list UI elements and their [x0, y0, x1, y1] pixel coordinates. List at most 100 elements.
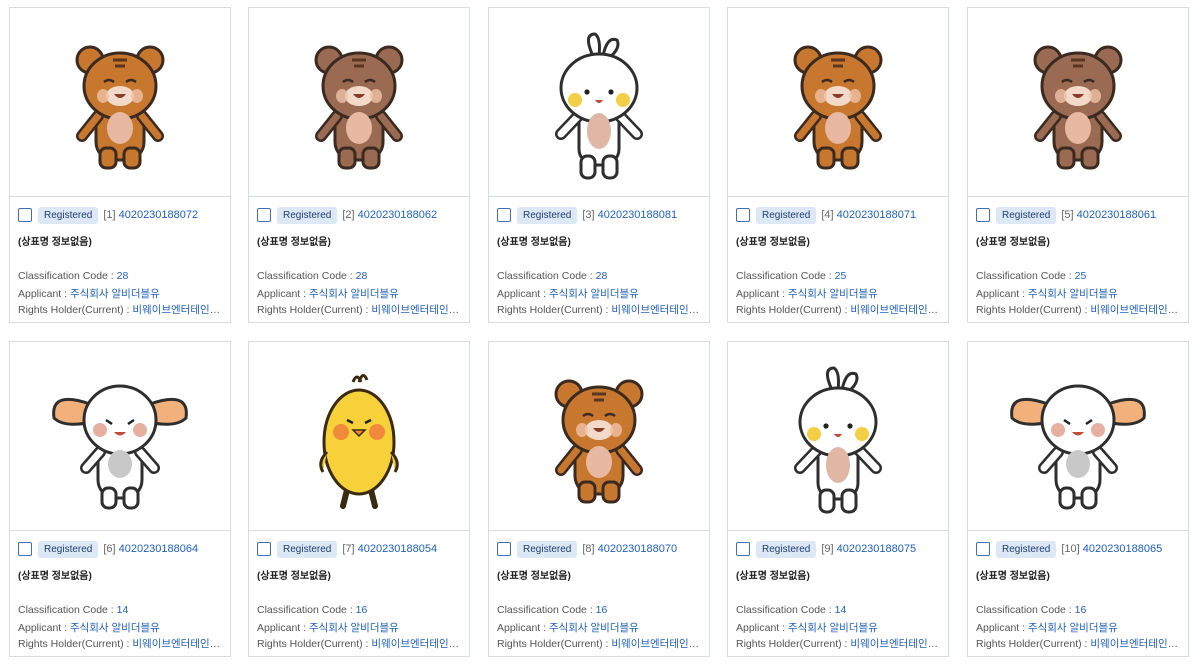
select-checkbox[interactable] [497, 208, 511, 222]
rights-holder: Rights Holder(Current) : 비웨이브엔터테인먼트… [976, 636, 1182, 651]
trademark-image[interactable] [249, 342, 469, 531]
trademark-grid: Registered [1] 4020230188072 (상표명 정보없음) … [0, 0, 1200, 665]
application-number-link[interactable]: 4020230188062 [358, 209, 438, 221]
applicant-value[interactable]: 주식회사 알비더블유 [788, 622, 878, 634]
trademark-image[interactable] [10, 8, 230, 197]
tiger-orange-icon [793, 45, 883, 170]
rights-holder-value[interactable]: 비웨이브엔터테인먼트… [611, 638, 703, 650]
application-number-link[interactable]: 4020230188065 [1083, 543, 1163, 555]
puppy-icon [52, 384, 188, 510]
application-number-link[interactable]: 4020230188075 [837, 543, 917, 555]
applicant-value[interactable]: 주식회사 알비더블유 [309, 288, 399, 300]
rights-holder-value[interactable]: 비웨이브엔터테인먼트… [850, 304, 942, 316]
applicant: Applicant : 주식회사 알비더블유 [736, 286, 942, 301]
application-number-link[interactable]: 4020230188054 [358, 543, 438, 555]
rights-holder-value[interactable]: 비웨이브엔터테인먼트… [132, 638, 224, 650]
trademark-name: (상표명 정보없음) [257, 571, 331, 582]
application-number-link[interactable]: 4020230188070 [598, 543, 678, 555]
classification-code-label: Classification Code : [736, 270, 832, 282]
select-checkbox[interactable] [18, 542, 32, 556]
rights-holder-value[interactable]: 비웨이브엔터테인먼트… [132, 304, 224, 316]
classification-code-value: 16 [355, 604, 368, 616]
rabbit-icon [794, 366, 882, 514]
applicant-value[interactable]: 주식회사 알비더블유 [309, 622, 399, 634]
classification-code: Classification Code : 25 [736, 270, 942, 282]
tiger-orange-icon [75, 45, 165, 170]
applicant-value[interactable]: 주식회사 알비더블유 [1028, 288, 1118, 300]
applicant-value[interactable]: 주식회사 알비더블유 [1028, 622, 1118, 634]
rights-holder: Rights Holder(Current) : 비웨이브엔터테인먼트… [736, 636, 942, 651]
applicant-label: Applicant : [497, 622, 547, 634]
rights-holder-label: Rights Holder(Current) : [257, 638, 369, 650]
classification-code-value: 28 [595, 270, 608, 282]
application-number-link[interactable]: 4020230188061 [1077, 209, 1157, 221]
application-number-link[interactable]: 4020230188064 [119, 543, 199, 555]
status-badge: Registered [517, 540, 578, 558]
select-checkbox[interactable] [736, 208, 750, 222]
trademark-card[interactable]: Registered [3] 4020230188081 (상표명 정보없음) … [488, 7, 710, 323]
card-header-row: Registered [2] 4020230188062 [257, 205, 437, 225]
rights-holder: Rights Holder(Current) : 비웨이브엔터테인먼트… [976, 302, 1182, 317]
chick-icon [319, 374, 399, 509]
trademark-image[interactable] [728, 8, 948, 197]
rights-holder: Rights Holder(Current) : 비웨이브엔터테인먼트… [497, 302, 703, 317]
trademark-image[interactable] [489, 342, 709, 531]
trademark-card[interactable]: Registered [7] 4020230188054 (상표명 정보없음) … [248, 341, 470, 657]
trademark-image[interactable] [968, 8, 1188, 197]
classification-code-value: 16 [595, 604, 608, 616]
select-checkbox[interactable] [736, 542, 750, 556]
select-checkbox[interactable] [257, 542, 271, 556]
select-checkbox[interactable] [257, 208, 271, 222]
trademark-image[interactable] [968, 342, 1188, 531]
trademark-card[interactable]: Registered [5] 4020230188061 (상표명 정보없음) … [967, 7, 1189, 323]
trademark-image[interactable] [728, 342, 948, 531]
trademark-card[interactable]: Registered [4] 4020230188071 (상표명 정보없음) … [727, 7, 949, 323]
applicant-value[interactable]: 주식회사 알비더블유 [70, 288, 160, 300]
result-index: [8] [582, 543, 595, 555]
puppy-icon [1010, 384, 1146, 510]
trademark-card[interactable]: Registered [6] 4020230188064 (상표명 정보없음) … [9, 341, 231, 657]
classification-code-value: 25 [1074, 270, 1087, 282]
select-checkbox[interactable] [976, 208, 990, 222]
rights-holder-value[interactable]: 비웨이브엔터테인먼트… [371, 304, 463, 316]
card-header-row: Registered [10] 4020230188065 [976, 539, 1162, 559]
result-index: [5] [1061, 209, 1074, 221]
result-index: [9] [821, 543, 834, 555]
trademark-image[interactable] [249, 8, 469, 197]
application-number-link[interactable]: 4020230188071 [837, 209, 917, 221]
applicant-value[interactable]: 주식회사 알비더블유 [549, 288, 639, 300]
classification-code-label: Classification Code : [257, 604, 353, 616]
classification-code-value: 28 [355, 270, 368, 282]
select-checkbox[interactable] [497, 542, 511, 556]
application-number-link[interactable]: 4020230188081 [598, 209, 678, 221]
classification-code: Classification Code : 28 [257, 270, 463, 282]
applicant-value[interactable]: 주식회사 알비더블유 [549, 622, 639, 634]
rights-holder-value[interactable]: 비웨이브엔터테인먼트… [1090, 638, 1182, 650]
applicant-value[interactable]: 주식회사 알비더블유 [788, 288, 878, 300]
select-checkbox[interactable] [976, 542, 990, 556]
rights-holder-value[interactable]: 비웨이브엔터테인먼트… [850, 638, 942, 650]
applicant: Applicant : 주식회사 알비더블유 [497, 286, 703, 301]
classification-code-label: Classification Code : [497, 270, 593, 282]
trademark-card[interactable]: Registered [1] 4020230188072 (상표명 정보없음) … [9, 7, 231, 323]
trademark-card[interactable]: Registered [10] 4020230188065 (상표명 정보없음)… [967, 341, 1189, 657]
classification-code: Classification Code : 14 [18, 604, 224, 616]
status-badge: Registered [38, 540, 99, 558]
rights-holder-value[interactable]: 비웨이브엔터테인먼트… [1090, 304, 1182, 316]
application-number-link[interactable]: 4020230188072 [119, 209, 199, 221]
applicant: Applicant : 주식회사 알비더블유 [18, 286, 224, 301]
result-index: [7] [342, 543, 355, 555]
trademark-image[interactable] [10, 342, 230, 531]
trademark-name: (상표명 정보없음) [257, 237, 331, 248]
trademark-card[interactable]: Registered [9] 4020230188075 (상표명 정보없음) … [727, 341, 949, 657]
trademark-name: (상표명 정보없음) [976, 237, 1050, 248]
tiger-orange-icon [554, 379, 644, 504]
rights-holder-value[interactable]: 비웨이브엔터테인먼트… [611, 304, 703, 316]
trademark-image[interactable] [489, 8, 709, 197]
select-checkbox[interactable] [18, 208, 32, 222]
classification-code-value: 14 [834, 604, 847, 616]
trademark-card[interactable]: Registered [8] 4020230188070 (상표명 정보없음) … [488, 341, 710, 657]
trademark-card[interactable]: Registered [2] 4020230188062 (상표명 정보없음) … [248, 7, 470, 323]
applicant-value[interactable]: 주식회사 알비더블유 [70, 622, 160, 634]
rights-holder-value[interactable]: 비웨이브엔터테인먼트… [371, 638, 463, 650]
